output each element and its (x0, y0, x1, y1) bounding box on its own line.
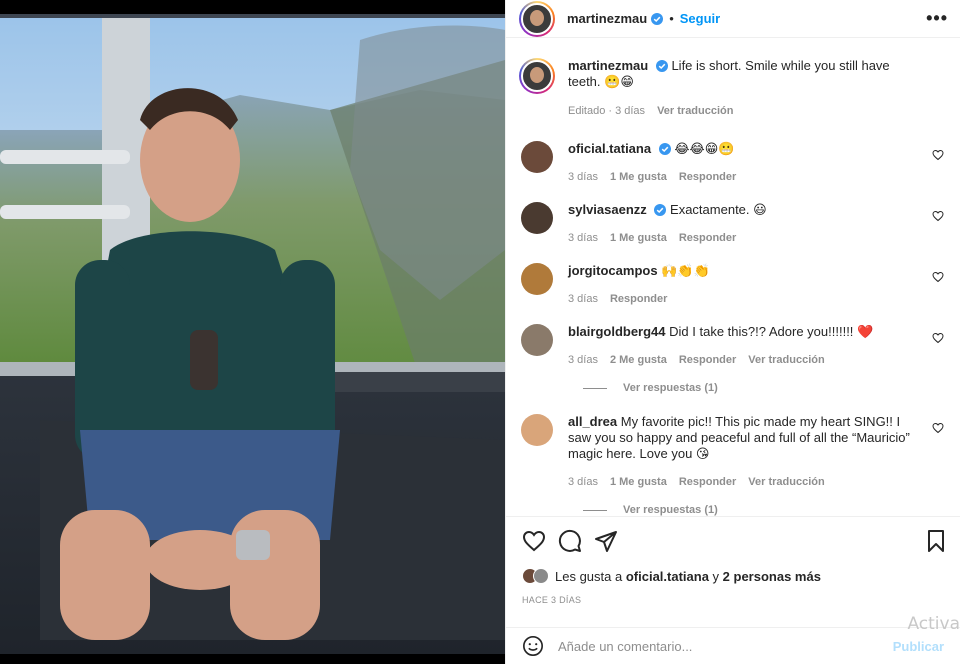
comment-likes[interactable]: 2 Me gusta (610, 352, 667, 368)
separator-dot: • (669, 11, 674, 26)
replies-divider-line (583, 387, 607, 389)
liker-avatar (533, 568, 549, 584)
comment-item: sylviasaenzz Exactamente. 😃 3 días 1 Me … (519, 202, 944, 246)
comment-item: blairgoldberg44 Did I take this?!? Adore… (519, 324, 944, 368)
comment-username[interactable]: sylviasaenzz (568, 202, 647, 217)
author-avatar[interactable] (519, 0, 555, 37)
post-image (0, 0, 505, 664)
comment-like-heart-icon[interactable] (932, 332, 944, 344)
likes-user[interactable]: oficial.tatiana (626, 569, 709, 584)
comment-avatar[interactable] (521, 324, 553, 356)
heart-icon[interactable] (522, 529, 546, 553)
comment-reply-button[interactable]: Responder (679, 230, 736, 246)
likes-text: Les gusta a oficial.tatiana y 2 personas… (555, 569, 821, 584)
comments-list[interactable]: martinezmau Life is short. Smile while y… (506, 39, 960, 516)
comment-username[interactable]: all_drea (568, 414, 617, 429)
comment-time: 3 días (568, 232, 598, 244)
view-replies-button[interactable]: Ver respuestas (1) (583, 504, 944, 516)
verified-icon (654, 204, 667, 216)
comment-text: Did I take this?!? Adore you!!!!!!! ❤️ (669, 324, 874, 339)
comment-like-heart-icon[interactable] (932, 422, 944, 434)
view-replies-label[interactable]: Ver respuestas (1) (623, 504, 718, 516)
smile-icon[interactable] (522, 635, 544, 657)
verified-icon (655, 60, 668, 72)
comment-username[interactable]: jorgitocampos (568, 263, 658, 278)
add-comment-bar: Publicar (506, 627, 960, 664)
comment-time: 3 días (568, 354, 598, 366)
post-header: martinezmau • Seguir ••• (506, 0, 960, 38)
comment-time: 3 días (568, 293, 598, 305)
comment-input[interactable] (558, 638, 893, 654)
follow-button[interactable]: Seguir (680, 11, 720, 26)
comment-likes[interactable]: 1 Me gusta (610, 474, 667, 490)
comment-translate-link[interactable]: Ver traducción (748, 474, 824, 490)
comment-reply-button[interactable]: Responder (610, 291, 667, 307)
comment-username[interactable]: oficial.tatiana (568, 141, 651, 156)
likes-others[interactable]: 2 personas más (723, 569, 821, 584)
action-icons-row (506, 517, 960, 565)
comment-time: 3 días (568, 171, 598, 183)
likes-joiner: y (712, 568, 720, 584)
replies-divider-line (583, 509, 607, 511)
comment-item: oficial.tatiana 😂😂😁😬 3 días 1 Me gusta R… (519, 141, 944, 185)
comment-item: jorgitocampos 🙌👏👏 3 días Responder (519, 263, 944, 307)
comment-text: Exactamente. 😃 (670, 202, 767, 217)
author-username[interactable]: martinezmau (567, 11, 647, 26)
view-replies-label[interactable]: Ver respuestas (1) (623, 382, 718, 394)
comment-time: 3 días (568, 476, 598, 488)
share-icon[interactable] (594, 529, 618, 553)
caption-username[interactable]: martinezmau (568, 58, 648, 73)
view-replies-button[interactable]: Ver respuestas (1) (583, 382, 944, 394)
likes-summary[interactable]: Les gusta a oficial.tatiana y 2 personas… (506, 565, 960, 587)
post-panel: martinezmau • Seguir ••• martinezmau Lif… (505, 0, 960, 664)
more-icon[interactable]: ••• (926, 8, 948, 29)
comment-username[interactable]: blairgoldberg44 (568, 324, 666, 339)
comment-reply-button[interactable]: Responder (679, 169, 736, 185)
comment-item: all_drea My favorite pic!! This pic made… (519, 414, 944, 490)
post-time-ago: HACE 3 DÍAS (522, 595, 582, 605)
comment-reply-button[interactable]: Responder (679, 352, 736, 368)
comment-avatar[interactable] (521, 263, 553, 295)
comment-likes[interactable]: 1 Me gusta (610, 230, 667, 246)
caption-edited: Editado · 3 días (568, 105, 646, 117)
publish-button[interactable]: Publicar (893, 639, 944, 654)
verified-icon (651, 12, 664, 25)
comment-like-heart-icon[interactable] (932, 271, 944, 283)
post-caption: martinezmau Life is short. Smile while y… (519, 39, 944, 119)
comment-text: My favorite pic!! This pic made my heart… (568, 414, 910, 461)
comment-likes[interactable]: 1 Me gusta (610, 169, 667, 185)
comment-avatar[interactable] (521, 202, 553, 234)
windows-activation-watermark: Activa (907, 614, 960, 634)
caption-translate-link[interactable]: Ver traducción (657, 103, 733, 119)
comment-text: 😂😂😁😬 (674, 141, 735, 156)
comment-text: 🙌👏👏 (661, 263, 710, 278)
comment-translate-link[interactable]: Ver traducción (748, 352, 824, 368)
post-actions: Les gusta a oficial.tatiana y 2 personas… (506, 516, 960, 664)
comment-like-heart-icon[interactable] (932, 149, 944, 161)
comment-icon[interactable] (558, 529, 582, 553)
comment-avatar[interactable] (521, 414, 553, 446)
post-photo[interactable] (0, 0, 505, 664)
bookmark-icon[interactable] (924, 529, 948, 553)
comment-like-heart-icon[interactable] (932, 210, 944, 222)
comment-reply-button[interactable]: Responder (679, 474, 736, 490)
likes-prefix: Les gusta a (555, 568, 623, 584)
caption-author-avatar[interactable] (519, 58, 555, 94)
comment-avatar[interactable] (521, 141, 553, 173)
verified-icon (658, 143, 671, 155)
